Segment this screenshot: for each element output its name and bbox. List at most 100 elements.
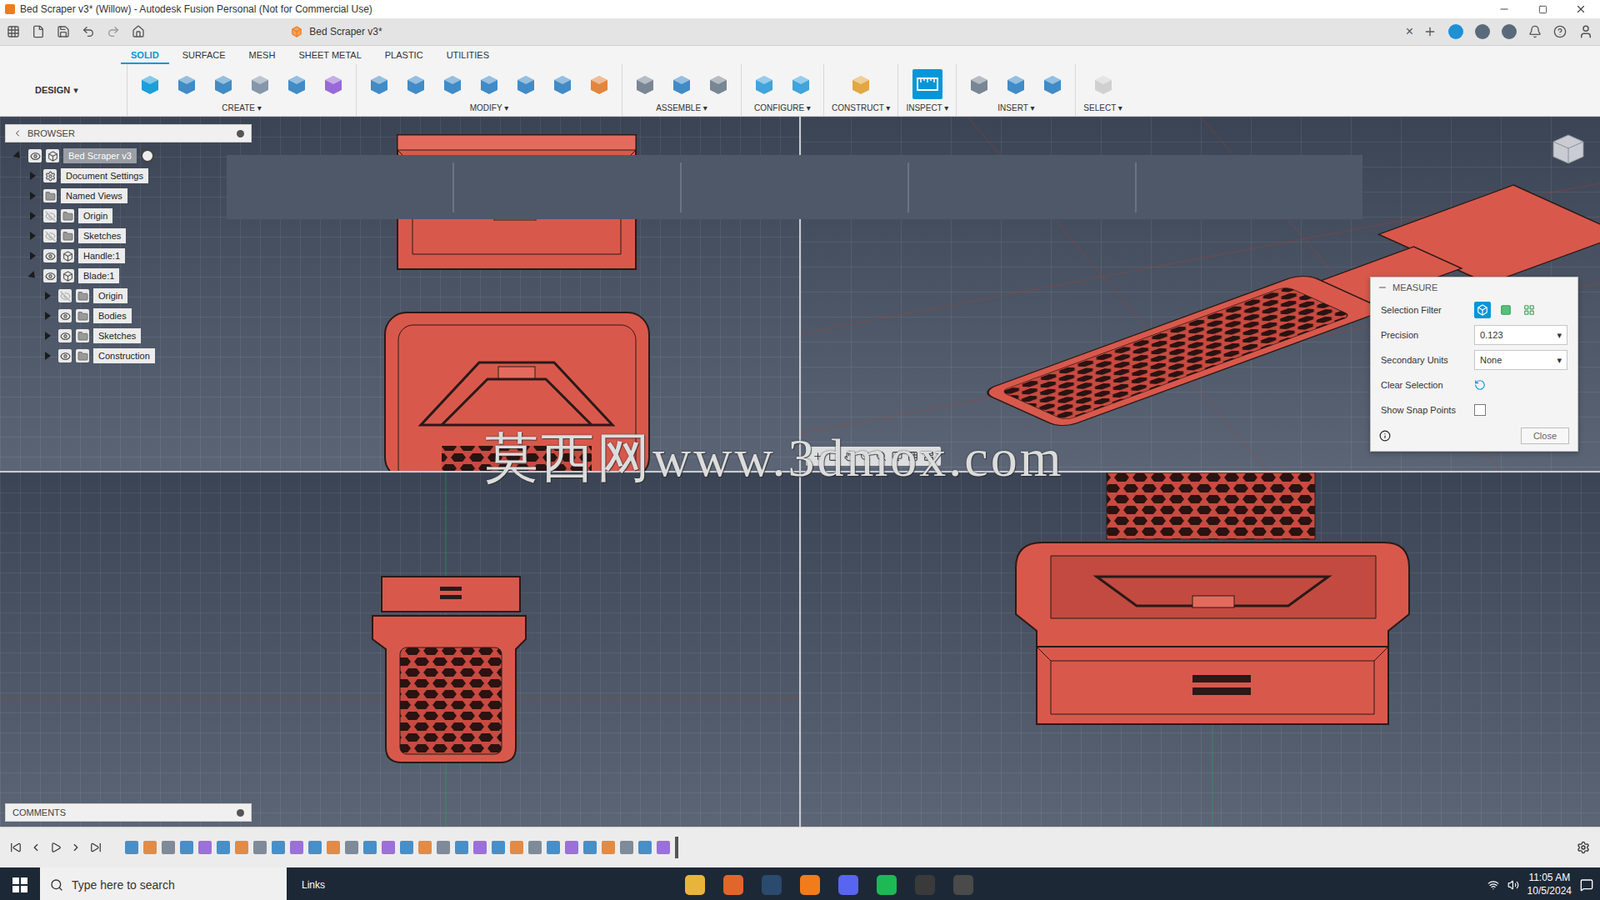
tool-group-label[interactable]: INSERT ▾ [997,102,1035,115]
browser-item[interactable]: Sketches [5,225,252,246]
tool-group-label[interactable]: ASSEMBLE ▾ [655,102,708,115]
timeline-feature[interactable] [455,840,469,855]
app-icon[interactable] [915,875,935,895]
document-tab[interactable]: Bed Scraper v3* [200,22,474,41]
tool-group-label[interactable]: MODIFY ▾ [470,102,510,115]
gear-icon[interactable] [1576,840,1590,855]
tool-button[interactable] [666,69,697,100]
timeline-feature[interactable] [583,840,597,855]
app-icon[interactable] [953,875,974,895]
tool-button[interactable] [630,69,660,100]
browser-item[interactable]: Origin [5,205,252,226]
browser-item-label[interactable]: Handle:1 [78,248,125,264]
links-toolbar[interactable]: Links [286,879,685,891]
toolbar-tab[interactable]: UTILITIES [436,47,500,65]
tool-group-label[interactable]: CONFIGURE ▾ [754,102,811,115]
tool-button[interactable] [964,69,995,100]
timeline-feature[interactable] [345,840,359,855]
tool-button[interactable] [1037,69,1068,100]
extensions-icon[interactable] [1448,24,1464,40]
tool-button[interactable] [437,69,468,100]
viewports-icon[interactable] [923,450,935,462]
timeline-feature[interactable] [308,840,322,855]
timeline-feature[interactable] [565,840,579,855]
timeline-feature[interactable] [400,840,414,855]
steam-icon[interactable] [761,875,782,895]
browser-item[interactable]: Origin [5,285,252,306]
expand-arrow-icon[interactable] [30,211,36,220]
tool-button[interactable] [364,69,395,100]
step-forward-icon[interactable] [70,841,82,854]
clear-selection-icon[interactable] [1474,379,1486,391]
undo-icon[interactable] [81,25,95,39]
start-button[interactable] [0,877,40,893]
timeline-feature[interactable] [253,840,267,855]
orbit-icon[interactable] [812,450,824,462]
tool-group-label[interactable]: CREATE ▾ [221,102,262,115]
visibility-toggle[interactable] [58,329,72,343]
minimize-button[interactable] [1485,0,1524,19]
fit-icon[interactable] [875,450,887,462]
tool-group-label[interactable]: SELECT ▾ [1083,102,1123,115]
tool-button[interactable] [912,69,943,100]
help-icon[interactable] [1553,25,1567,39]
browser-item-label[interactable]: Document Settings [60,168,149,184]
browser-item[interactable]: Handle:1 [5,245,252,266]
filter-button[interactable] [1474,301,1491,319]
visibility-toggle[interactable] [43,249,57,263]
play-icon[interactable] [50,841,62,854]
timeline-feature[interactable] [198,840,212,855]
tool-button[interactable] [474,69,505,100]
toolbar-tab[interactable]: PLASTIC [375,47,434,65]
browser-item[interactable]: Document Settings [5,165,252,186]
user-icon[interactable] [1578,24,1594,40]
look-at-icon[interactable] [828,450,840,462]
timeline-feature[interactable] [528,840,542,855]
collapse-icon[interactable] [12,128,23,139]
expand-arrow-icon[interactable] [45,311,51,320]
visibility-toggle[interactable] [43,229,57,243]
comments-header[interactable]: COMMENTS [5,803,252,822]
tool-button[interactable] [845,69,876,100]
view-cube-icon[interactable] [1550,130,1587,167]
fusion-icon[interactable] [800,875,820,895]
viewport-right[interactable] [800,472,1600,827]
timeline-feature[interactable] [491,840,505,855]
timeline-feature[interactable] [363,840,377,855]
maximize-button[interactable] [1523,0,1562,19]
save-icon[interactable] [56,25,70,39]
toolbar-tab[interactable]: MESH [239,47,286,65]
step-back-icon[interactable] [30,841,42,854]
browser-item[interactable]: Sketches [5,325,252,346]
tool-button[interactable] [749,69,780,100]
timeline-feature[interactable] [656,840,670,855]
browser-item-label[interactable]: Construction [93,348,155,364]
browser-item[interactable]: Bed Scraper v3 [5,145,252,166]
measure-header[interactable]: MEASURE [1370,277,1578,298]
tool-button[interactable] [400,69,431,100]
browser-item-label[interactable]: Blade:1 [78,268,120,284]
timeline-feature[interactable] [601,840,615,855]
expand-arrow-icon[interactable] [30,191,36,200]
browser-item-label[interactable]: Origin [93,288,128,304]
timeline-feature[interactable] [271,840,285,855]
browser-item-label[interactable]: Bed Scraper v3 [63,148,137,164]
network-icon[interactable] [1501,24,1517,40]
timeline-feature[interactable] [161,840,175,855]
visibility-toggle[interactable] [43,209,57,223]
timeline-feature[interactable] [381,840,395,855]
tool-button[interactable] [171,69,202,100]
timeline-feature[interactable] [418,840,432,855]
measure-close-button[interactable]: Close [1520,427,1570,445]
tool-button[interactable] [584,69,615,100]
browser-item-label[interactable]: Sketches [78,228,126,244]
spotify-icon[interactable] [876,875,897,895]
timeline-feature[interactable] [436,840,450,855]
visibility-toggle[interactable] [28,149,42,163]
pin-icon[interactable] [236,130,245,138]
data-panel-icon[interactable] [6,25,20,39]
timeline-feature[interactable] [216,840,230,855]
tool-button[interactable] [510,69,541,100]
timeline-feature[interactable] [290,840,304,855]
browser-item-label[interactable]: Named Views [60,188,128,204]
